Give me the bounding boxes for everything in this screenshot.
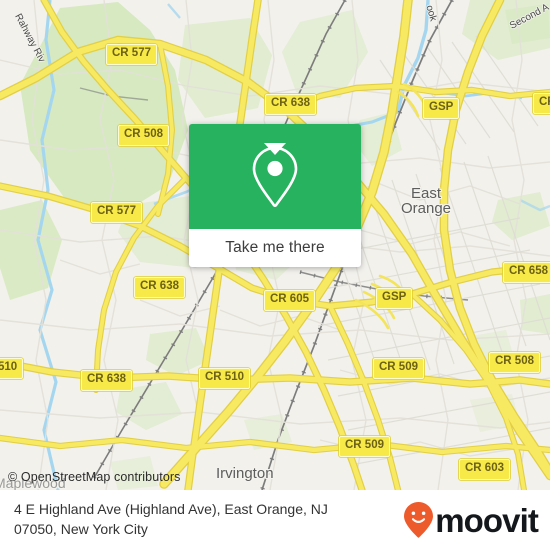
- road-shield[interactable]: CR 510: [199, 368, 250, 389]
- road-shield[interactable]: CR 508: [118, 125, 169, 146]
- road-shield[interactable]: CR 508: [489, 352, 540, 373]
- address-line-1: 4 E Highland Ave (Highland Ave), East Or…: [14, 501, 328, 518]
- road-shield[interactable]: CR 638: [134, 277, 185, 298]
- road-shield[interactable]: CR 658: [503, 262, 550, 283]
- footer-bar: 4 E Highland Ave (Highland Ave), East Or…: [0, 490, 550, 550]
- take-me-there-button[interactable]: Take me there: [189, 229, 361, 267]
- road-shield[interactable]: CR 577: [106, 44, 157, 65]
- address-text: 4 E Highland Ave (Highland Ave), East Or…: [14, 500, 328, 540]
- road-shield[interactable]: CR 509: [373, 358, 424, 379]
- road-shield[interactable]: CR 577: [91, 202, 142, 223]
- take-me-there-label: Take me there: [225, 239, 325, 256]
- moovit-map-screenshot: CR 577 CR 638 CR 508 GSP CR CR 577 CR 63…: [0, 0, 550, 550]
- moovit-wordmark: moovit: [435, 501, 539, 539]
- popup-image-area: [189, 124, 361, 229]
- map-canvas[interactable]: CR 577 CR 638 CR 508 GSP CR CR 577 CR 63…: [0, 0, 550, 490]
- road-shield[interactable]: CR 638: [265, 94, 316, 115]
- map-attribution[interactable]: © OpenStreetMap contributors: [8, 470, 181, 484]
- road-shield[interactable]: GSP: [376, 288, 413, 309]
- place-label-line: Orange: [400, 200, 452, 217]
- moovit-logo[interactable]: moovit: [403, 501, 539, 539]
- road-shield[interactable]: GSP: [423, 98, 460, 119]
- popup-pointer-tail: [264, 143, 286, 155]
- road-shield[interactable]: 510: [0, 358, 24, 379]
- road-shield[interactable]: CR 605: [264, 290, 315, 311]
- address-line-2: 07050, New York City: [14, 521, 148, 537]
- place-label-line: East: [410, 185, 441, 202]
- moovit-smiley-pin-icon: [403, 501, 434, 539]
- place-label-irvington: Irvington: [216, 465, 274, 482]
- place-label-east-orange: East Orange: [394, 186, 458, 216]
- road-shield[interactable]: CR 509: [339, 436, 390, 457]
- road-shield[interactable]: CR 603: [459, 459, 510, 480]
- road-shield[interactable]: CR: [533, 93, 550, 114]
- road-shield[interactable]: CR 638: [81, 370, 132, 391]
